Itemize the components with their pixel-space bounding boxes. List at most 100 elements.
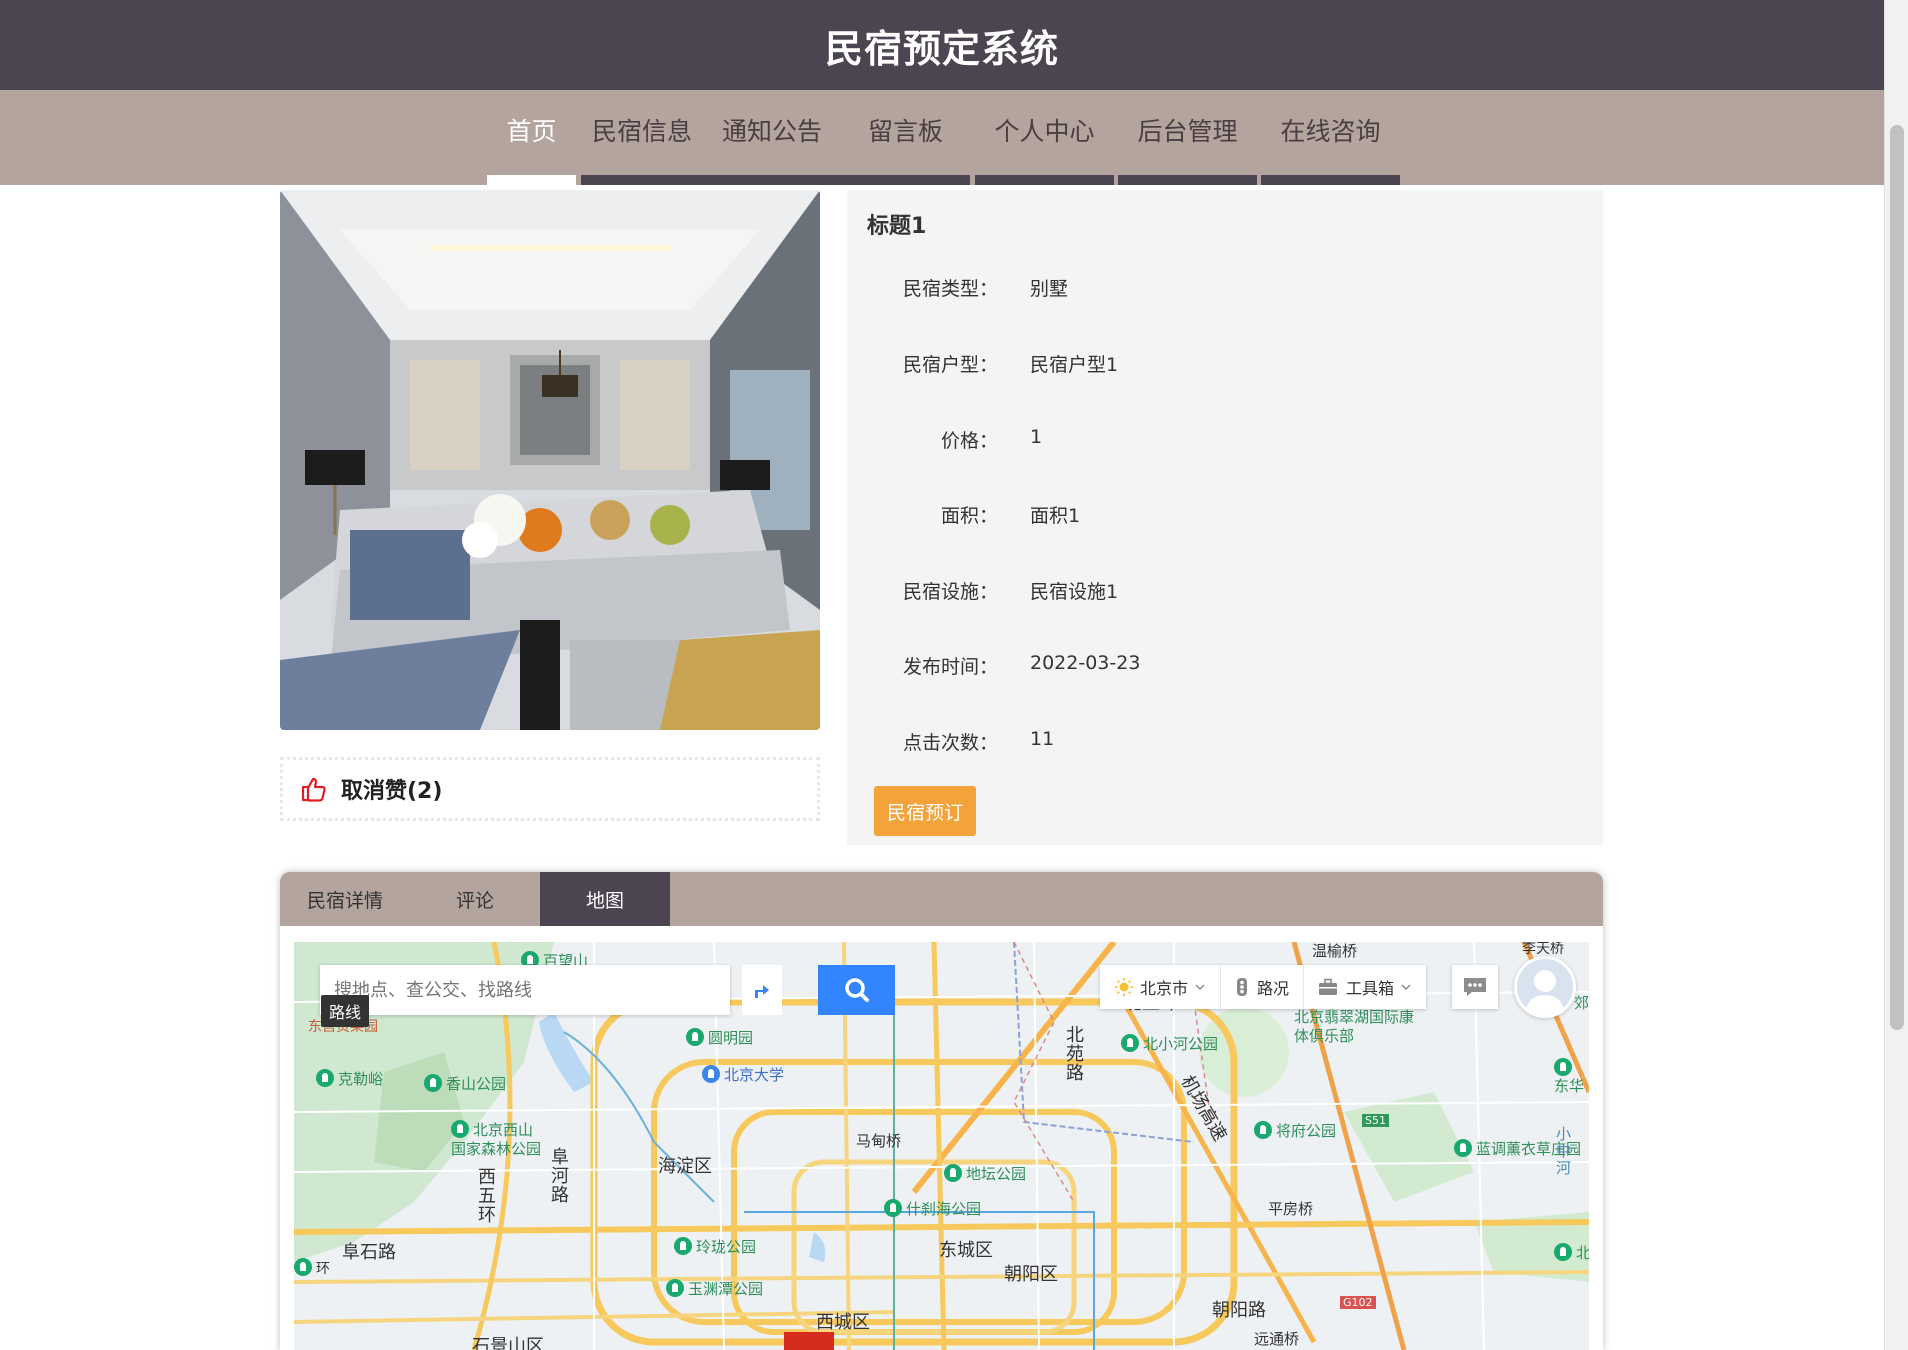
map-label: 玲珑公园 (674, 1236, 756, 1257)
map-label: 北京翡翠湖国际康体俱乐部 (1294, 1008, 1415, 1045)
thumbs-up-icon (301, 777, 326, 802)
field-publish-time: 发布时间： 2022-03-23 (847, 652, 1603, 682)
map-search-button[interactable] (818, 965, 895, 1015)
nav-item-personal-center[interactable]: 个人中心 (975, 90, 1114, 185)
city-selector[interactable]: 北京市 (1100, 965, 1222, 1009)
homestay-info-panel: 标题1 民宿类型： 别墅 民宿户型： 民宿户型1 价格： 1 面积： 面积1 民… (847, 190, 1603, 845)
site-header: 民宿预定系统 (0, 0, 1884, 90)
chevron-down-icon (1195, 984, 1205, 991)
field-layout: 民宿户型： 民宿户型1 (847, 350, 1603, 380)
nav-item-label: 首页 (506, 117, 557, 146)
map-label: 北小河公园 (1121, 1033, 1218, 1054)
nav-list: 首页 民宿信息 通知公告 留言板 个人中心 后台管理 在线咨询 (487, 90, 1400, 185)
field-label: 民宿设施： (902, 581, 998, 603)
route-tooltip: 路线 (321, 995, 370, 1027)
search-icon (844, 978, 869, 1002)
nav-item-label: 后台管理 (1137, 117, 1238, 146)
map-label-text: 地坛公园 (966, 1165, 1027, 1183)
field-click-count: 点击次数： 11 (847, 728, 1603, 758)
map-route-button[interactable] (742, 965, 782, 1015)
map-label-text: 什刹海公园 (906, 1200, 982, 1218)
map-label: G102 (1340, 1296, 1376, 1309)
nav-item-admin[interactable]: 后台管理 (1118, 90, 1257, 185)
main-nav: 首页 民宿信息 通知公告 留言板 个人中心 后台管理 在线咨询 (0, 90, 1884, 185)
map-label: 西城区 (816, 1312, 870, 1333)
map-label: 石景山区 (472, 1336, 544, 1350)
nav-item-message-board[interactable]: 留言板 (841, 90, 970, 185)
field-label: 发布时间： (902, 656, 998, 678)
toolbox-menu[interactable]: 工具箱 (1304, 965, 1426, 1009)
field-label: 价格： (940, 430, 998, 452)
field-area: 面积： 面积1 (847, 501, 1603, 531)
map-label: 西五环 (478, 1167, 496, 1226)
tab-map[interactable]: 地图 (540, 872, 670, 926)
user-avatar-icon (1525, 970, 1565, 1015)
map-label-text: 北 (1576, 1244, 1589, 1262)
nav-item-label: 民宿信息 (591, 117, 692, 146)
nav-item-label: 个人中心 (994, 117, 1095, 146)
nav-item-notices[interactable]: 通知公告 (703, 90, 841, 185)
field-value: 1 (1030, 426, 1043, 448)
field-label: 民宿类型： (902, 278, 998, 300)
map-search-box (320, 965, 730, 1015)
map-label: 克勒峪 (316, 1068, 383, 1089)
map-label-text: 圆明园 (708, 1029, 754, 1047)
homestay-photo (280, 190, 820, 730)
book-button[interactable]: 民宿预订 (874, 786, 976, 836)
map-message-button[interactable] (1452, 965, 1498, 1009)
homestay-title: 标题1 (867, 214, 927, 239)
map-label: 阜河路 (551, 1147, 569, 1206)
nav-underline (487, 175, 576, 185)
toolbox-label: 工具箱 (1346, 979, 1395, 998)
map-search-input[interactable] (334, 979, 674, 1001)
nav-item-home[interactable]: 首页 (487, 90, 576, 185)
map-label: 北 (1554, 1242, 1589, 1263)
nav-underline (1261, 175, 1400, 185)
field-value: 2022-03-23 (1030, 652, 1141, 674)
map-label: 朝阳路 (1212, 1300, 1266, 1321)
tab-bar: 民宿详情 评论 地图 (280, 872, 1603, 926)
tab-comments[interactable]: 评论 (410, 872, 540, 926)
nav-item-label: 在线咨询 (1280, 117, 1381, 146)
traffic-label: 路况 (1257, 979, 1290, 998)
map-label: 玉渊潭公园 (666, 1278, 763, 1299)
map-label: 远通桥 (1254, 1330, 1300, 1348)
nav-item-label: 留言板 (867, 117, 943, 146)
field-value: 11 (1030, 728, 1055, 750)
user-avatar-button[interactable] (1514, 956, 1576, 1018)
tab-homestay-details[interactable]: 民宿详情 (280, 872, 410, 926)
message-icon (1464, 978, 1486, 996)
map-label: 朝阳区 (1004, 1264, 1058, 1285)
map-label-text: 玉渊潭公园 (688, 1280, 764, 1298)
like-toggle-button[interactable]: 取消赞(2) (280, 757, 820, 821)
map-label: 东城区 (939, 1240, 993, 1261)
map-label: 将府公园 (1254, 1120, 1336, 1141)
sun-icon (1115, 978, 1133, 996)
map-label: 东华 (1554, 1058, 1589, 1095)
map-label-text: 环 (316, 1261, 330, 1277)
map-label: 地坛公园 (944, 1163, 1026, 1184)
map-label-text: 北小河公园 (1143, 1035, 1219, 1053)
field-value: 民宿户型1 (1030, 354, 1119, 376)
page-scrollbar[interactable] (1884, 0, 1908, 1350)
toolbox-icon (1319, 978, 1338, 995)
nav-item-label: 通知公告 (721, 117, 822, 146)
map-toolbar: 北京市 路况 工具箱 (1100, 965, 1427, 1009)
map-label-text: 玲珑公园 (696, 1238, 757, 1256)
map-label: 海淀区 (658, 1156, 712, 1177)
scrollbar-thumb[interactable] (1890, 125, 1904, 1030)
nav-item-homestay-info[interactable]: 民宿信息 (581, 90, 703, 185)
nav-item-online-consult[interactable]: 在线咨询 (1261, 90, 1400, 185)
map-label: 马甸桥 (856, 1132, 902, 1150)
site-title: 民宿预定系统 (824, 26, 1059, 71)
nav-underline (841, 175, 970, 185)
field-label: 点击次数： (902, 732, 998, 754)
page: 民宿预定系统 首页 民宿信息 通知公告 留言板 个人中心 后台管理 在线咨询 取… (0, 0, 1908, 1350)
map-view[interactable]: 百望山 北五环 北苑路 北小河公园 圆明园 北京大学 克勒峪 香山公园 北京西山… (294, 942, 1589, 1350)
map-label-text: 东华 (1554, 1077, 1585, 1095)
traffic-toggle[interactable]: 路况 (1221, 965, 1305, 1009)
field-value: 民宿设施1 (1030, 581, 1119, 603)
map-label: 温榆桥 (1312, 942, 1358, 960)
map-label-text: 北京大学 (724, 1066, 785, 1084)
map-label: S51 (1362, 1114, 1389, 1127)
